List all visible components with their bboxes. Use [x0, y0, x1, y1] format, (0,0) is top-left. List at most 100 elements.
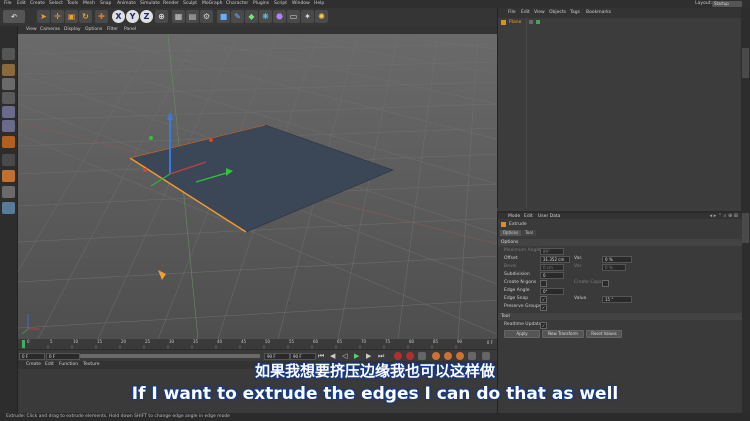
undo-icon[interactable]: ↶ [3, 10, 25, 23]
play-backwards-icon[interactable]: ◁ [342, 352, 347, 360]
render-view-icon[interactable]: ▦ [172, 10, 185, 23]
snap-icon[interactable] [2, 186, 15, 198]
realtime-update-checkbox[interactable]: ✓ [540, 322, 547, 329]
polygons-mode-icon[interactable] [2, 136, 15, 148]
viewport-menu-options[interactable]: Options [85, 27, 102, 32]
menu-mograph[interactable]: MoGraph [202, 1, 222, 6]
enabled-check-icon[interactable] [536, 20, 540, 24]
timeline-ruler[interactable]: 0 5 10 15 20 25 30 35 40 45 50 55 60 65 … [18, 339, 497, 349]
key-scale-icon[interactable] [456, 352, 464, 360]
layout-select[interactable]: Startup [712, 1, 742, 7]
offset-var-field[interactable]: 0 % [602, 256, 632, 263]
bevel-var-field[interactable]: 0 % [602, 264, 626, 271]
objects-menu-tags[interactable]: Tags [570, 10, 580, 15]
objects-menu-view[interactable]: View [534, 10, 545, 15]
recent-tools-icon[interactable]: ✚ [95, 10, 108, 23]
objects-menu-objects[interactable]: Objects [549, 10, 566, 15]
value-field[interactable]: 15 ° [602, 296, 632, 303]
scale-icon[interactable]: ▣ [65, 10, 78, 23]
preserve-groups-checkbox[interactable]: ✓ [540, 304, 547, 311]
menu-window[interactable]: Window [292, 1, 310, 6]
start-frame-field[interactable]: 0 F [19, 353, 45, 360]
tab-options[interactable]: Options [500, 230, 521, 236]
render-picture-viewer-icon[interactable]: ▤ [186, 10, 199, 23]
viewport-menu-filter[interactable]: Filter [107, 27, 118, 32]
workplane-mode-icon[interactable] [2, 92, 15, 104]
edge-angle-field[interactable]: 0° [540, 288, 564, 295]
make-editable-icon[interactable] [2, 48, 15, 60]
tab-tool[interactable]: Tool [522, 230, 536, 236]
menu-character[interactable]: Character [226, 1, 248, 6]
new-transform-button[interactable]: New Transform [542, 330, 584, 338]
playhead[interactable] [22, 340, 25, 348]
keyframe-selection-icon[interactable] [418, 352, 426, 360]
next-key-icon[interactable]: ▶ [366, 352, 371, 360]
scene-icon[interactable]: ▭ [287, 10, 300, 23]
offset-field[interactable]: 31.352 cm [540, 256, 570, 263]
menu-tools[interactable]: Tools [67, 1, 78, 6]
perspective-viewport[interactable]: Perspective [18, 34, 497, 339]
range-end-field[interactable]: 90 F [264, 353, 290, 360]
create-ngons-checkbox[interactable] [540, 280, 547, 287]
edges-mode-icon[interactable] [2, 120, 15, 132]
record-active-icon[interactable] [394, 352, 402, 360]
objects-menu-file[interactable]: File [508, 10, 516, 15]
pen-icon[interactable]: ✎ [231, 10, 244, 23]
range-slider[interactable] [80, 354, 260, 358]
key-rotation-icon[interactable] [444, 352, 452, 360]
play-icon[interactable]: ▶ [354, 352, 359, 360]
menu-select[interactable]: Select [49, 1, 63, 6]
viewport-menu-display[interactable]: Display [64, 27, 81, 32]
apply-button[interactable]: Apply [504, 330, 540, 338]
autokey-icon[interactable] [406, 352, 414, 360]
coordinate-system-icon[interactable]: ⊕ [155, 10, 168, 23]
reset-values-button[interactable]: Reset Values [586, 330, 622, 338]
subdivision-icon[interactable]: ◆ [245, 10, 258, 23]
bevel-field[interactable]: 0 cm [540, 264, 564, 271]
object-manager[interactable]: Plane [497, 18, 742, 208]
key-param-icon[interactable] [468, 352, 476, 360]
camera-icon[interactable]: ✦ [301, 10, 314, 23]
menu-simulate[interactable]: Simulate [140, 1, 160, 6]
menu-animate[interactable]: Animate [117, 1, 136, 6]
menu-plugins[interactable]: Plugins [253, 1, 269, 6]
points-mode-icon[interactable] [2, 106, 15, 118]
maximum-angle-field[interactable]: 89° [540, 248, 564, 255]
objects-menu-bookmarks[interactable]: Bookmarks [586, 10, 611, 15]
x-axis-lock-button[interactable]: X [112, 10, 125, 23]
light-icon[interactable]: ✺ [315, 10, 328, 23]
visibility-dots-icon[interactable] [529, 20, 533, 24]
model-mode-icon[interactable] [2, 64, 15, 76]
cube-icon[interactable]: ■ [217, 10, 230, 23]
tab-objects[interactable] [742, 48, 749, 78]
move-icon[interactable]: ✛ [51, 10, 64, 23]
z-axis-lock-button[interactable]: Z [140, 10, 153, 23]
end-frame-field[interactable]: 90 F [290, 353, 316, 360]
objects-menu-edit[interactable]: Edit [521, 10, 530, 15]
menu-script[interactable]: Script [274, 1, 287, 6]
y-axis-lock-button[interactable]: Y [126, 10, 139, 23]
deformer-icon[interactable]: ⬣ [273, 10, 286, 23]
rotate-icon[interactable]: ↻ [79, 10, 92, 23]
subdivision-field[interactable]: 0 [540, 272, 564, 279]
menu-help[interactable]: Help [314, 1, 324, 6]
menu-sculpt[interactable]: Sculpt [183, 1, 197, 6]
viewport-menu-panel[interactable]: Panel [124, 27, 136, 32]
live-selection-icon[interactable]: ➤ [37, 10, 50, 23]
key-position-icon[interactable] [432, 352, 440, 360]
menu-create[interactable]: Create [30, 1, 45, 6]
viewport-menu-cameras[interactable]: Cameras [40, 27, 60, 32]
render-settings-icon[interactable]: ⚙ [200, 10, 213, 23]
enable-axis-icon[interactable] [2, 154, 15, 166]
menu-snap[interactable]: Snap [100, 1, 111, 6]
menu-render[interactable]: Render [163, 1, 179, 6]
menu-file[interactable]: File [4, 1, 12, 6]
menu-mesh[interactable]: Mesh [83, 1, 95, 6]
menu-edit[interactable]: Edit [17, 1, 26, 6]
edge-snap-checkbox[interactable]: ✓ [540, 296, 547, 303]
current-frame-field[interactable]: 0 F [46, 353, 80, 360]
tweak-mode-icon[interactable] [2, 170, 15, 182]
tab-attributes[interactable] [742, 213, 749, 243]
create-caps-checkbox[interactable] [602, 280, 609, 287]
timeline-options-icon[interactable] [482, 352, 490, 360]
